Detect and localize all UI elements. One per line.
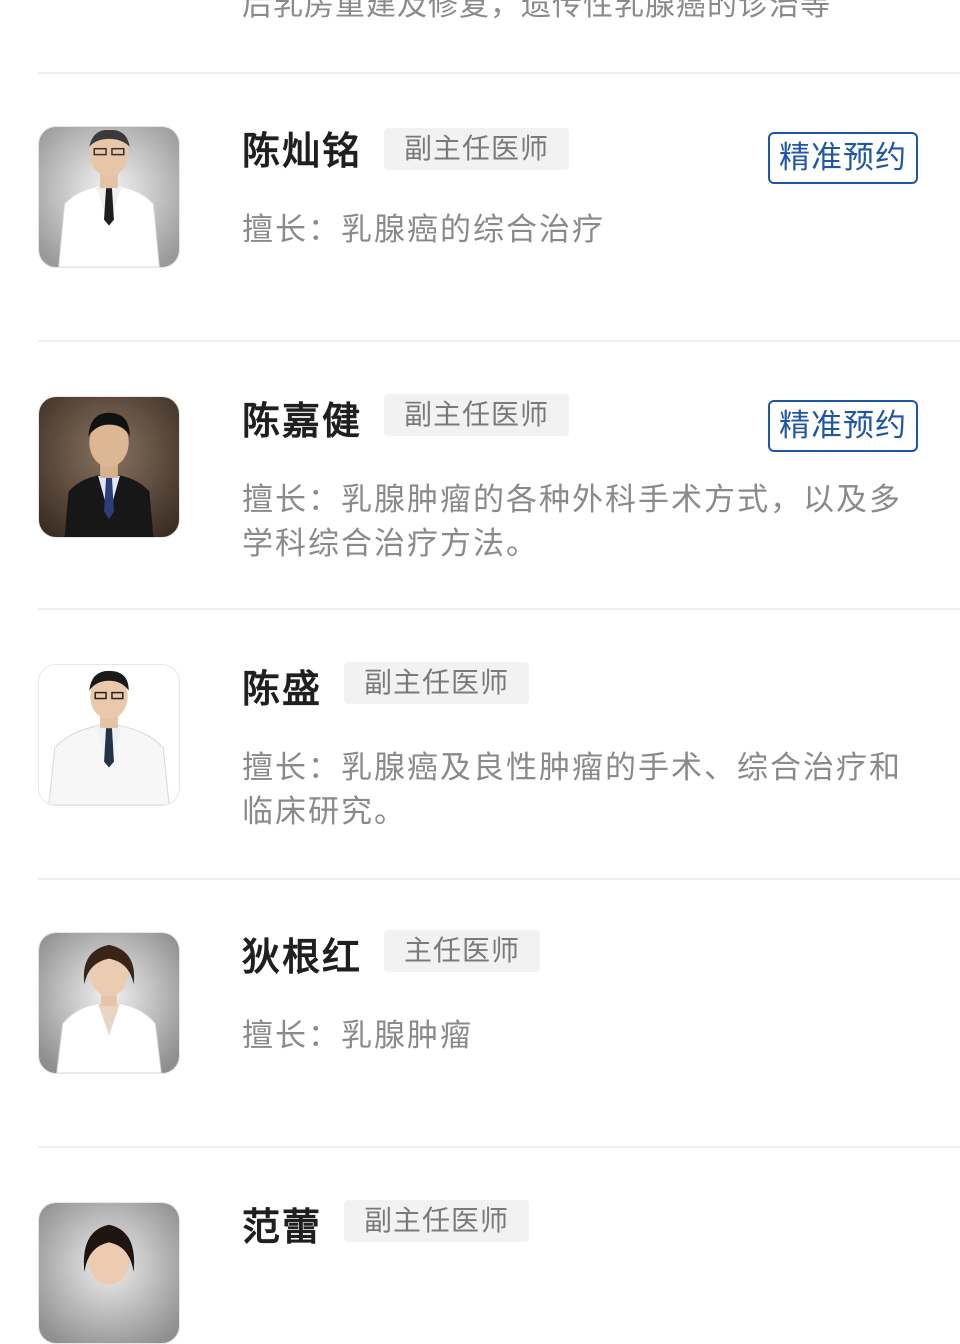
doctor-specialty: 擅长：乳腺癌及良性肿瘤的手术、综合治疗和临床研究。 bbox=[242, 750, 902, 830]
doctor-avatar bbox=[38, 396, 180, 538]
divider bbox=[38, 340, 960, 342]
divider bbox=[38, 878, 960, 880]
doctor-name: 陈盛 bbox=[242, 667, 323, 711]
doctor-specialty: 擅长：乳腺肿瘤的各种外科手术方式，以及多学科综合治疗方法。 bbox=[242, 482, 902, 562]
doctor-photo-icon bbox=[39, 665, 179, 805]
doctor-name: 范蕾 bbox=[242, 1205, 323, 1249]
divider bbox=[38, 1146, 960, 1148]
doctor-avatar bbox=[38, 126, 180, 268]
doctor-specialty: 擅长：乳腺肿瘤 bbox=[242, 1018, 473, 1054]
doctor-item-chen-sheng[interactable]: 陈盛 副主任医师 擅长：乳腺癌及良性肿瘤的手术、综合治疗和临床研究。 bbox=[0, 662, 960, 862]
doctor-title-badge: 副主任医师 bbox=[344, 662, 530, 704]
divider bbox=[38, 608, 960, 610]
doctor-list: 后乳房重建及修复，遗传性乳腺癌的诊治等 陈灿铭 副主任医师 精准预约 擅长：乳腺… bbox=[0, 0, 960, 1344]
doctor-title-badge: 主任医师 bbox=[384, 930, 541, 972]
previous-item-specialty: 后乳房重建及修复，遗传性乳腺癌的诊治等 bbox=[242, 0, 831, 23]
doctor-photo-icon bbox=[39, 127, 179, 267]
doctor-name: 陈嘉健 bbox=[242, 399, 363, 443]
book-appointment-button[interactable]: 精准预约 bbox=[768, 132, 918, 184]
doctor-avatar bbox=[38, 1202, 180, 1344]
doctor-item-fan-lei[interactable]: 范蕾 副主任医师 bbox=[0, 1200, 960, 1344]
doctor-photo-icon bbox=[39, 397, 179, 537]
doctor-name: 陈灿铭 bbox=[242, 129, 363, 173]
doctor-name: 狄根红 bbox=[242, 935, 363, 979]
doctor-item-chen-canming[interactable]: 陈灿铭 副主任医师 精准预约 擅长：乳腺癌的综合治疗 bbox=[0, 126, 960, 326]
doctor-title-badge: 副主任医师 bbox=[344, 1200, 530, 1242]
divider bbox=[38, 72, 960, 74]
doctor-item-di-genhong[interactable]: 狄根红 主任医师 擅长：乳腺肿瘤 bbox=[0, 930, 960, 1130]
doctor-photo-icon bbox=[39, 1203, 179, 1343]
doctor-avatar bbox=[38, 932, 180, 1074]
doctor-photo-icon bbox=[39, 933, 179, 1073]
doctor-title-badge: 副主任医师 bbox=[384, 394, 570, 436]
book-appointment-button[interactable]: 精准预约 bbox=[768, 400, 918, 452]
doctor-avatar bbox=[38, 664, 180, 806]
doctor-specialty: 擅长：乳腺癌的综合治疗 bbox=[242, 212, 605, 248]
doctor-title-badge: 副主任医师 bbox=[384, 128, 570, 170]
doctor-item-chen-jiajian[interactable]: 陈嘉健 副主任医师 精准预约 擅长：乳腺肿瘤的各种外科手术方式，以及多学科综合治… bbox=[0, 394, 960, 594]
